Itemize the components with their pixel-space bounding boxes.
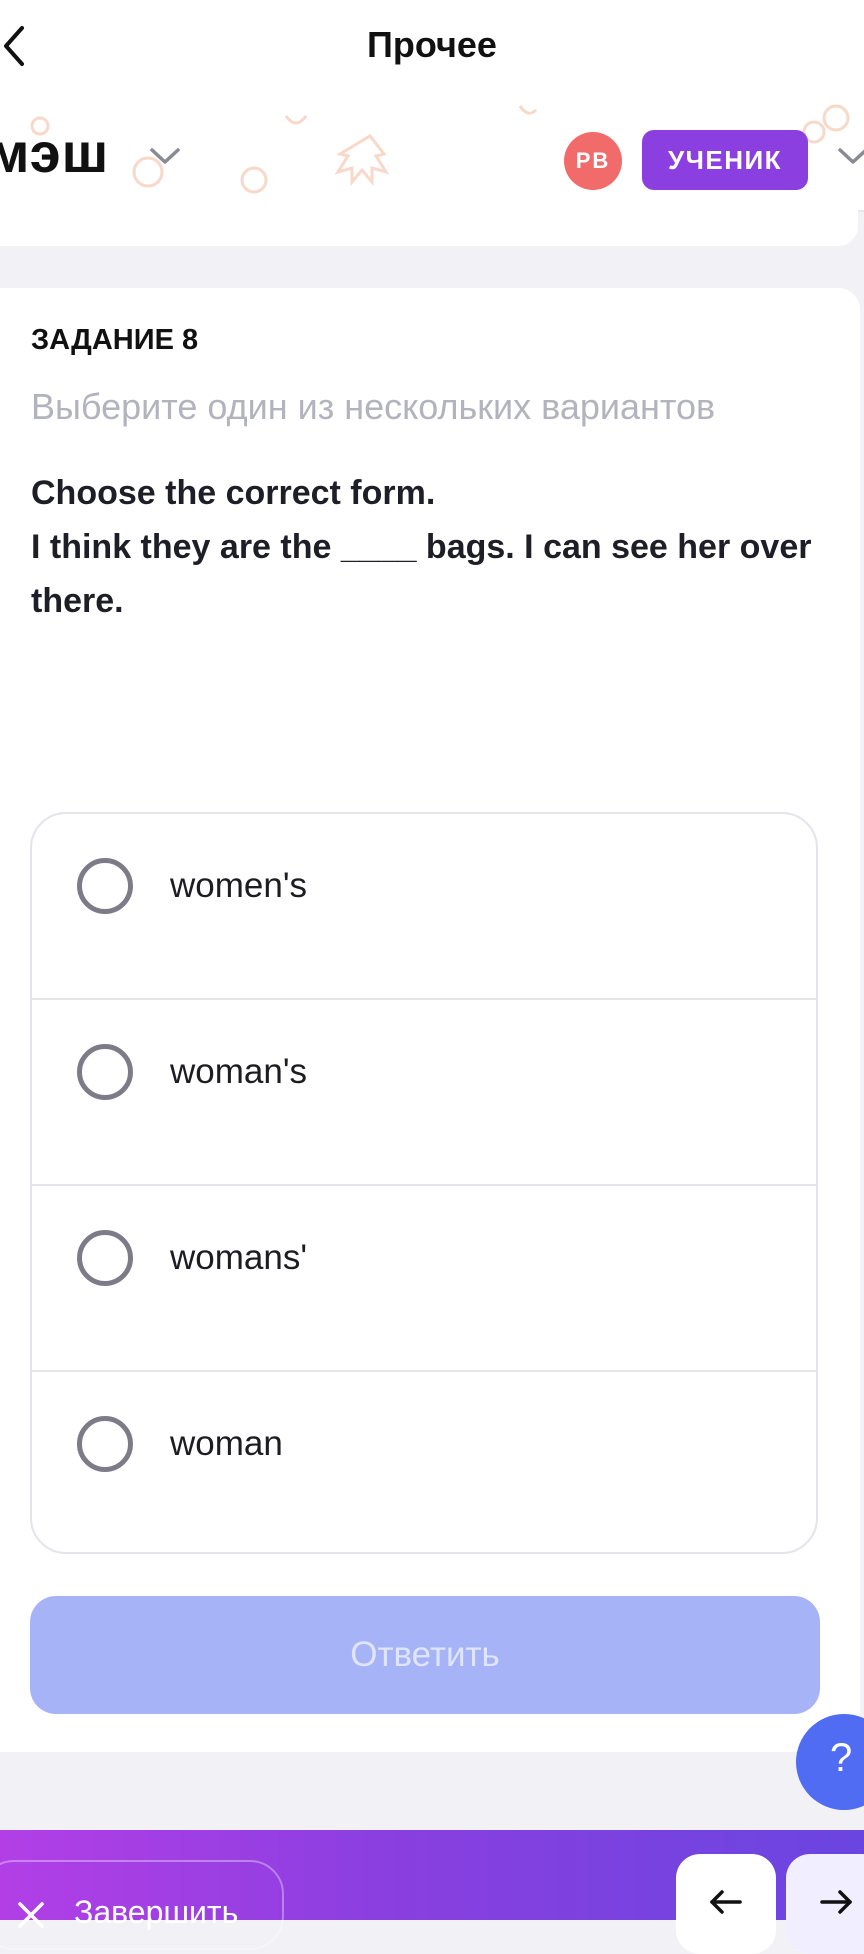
question-line: Choose the correct form. bbox=[31, 474, 436, 512]
chevron-down-icon[interactable] bbox=[836, 146, 864, 171]
chevron-down-icon[interactable] bbox=[148, 146, 182, 171]
previous-card-edge bbox=[0, 210, 858, 246]
task-instructions: Выберите один из нескольких вариантов bbox=[31, 386, 716, 427]
close-icon bbox=[16, 1900, 46, 1935]
top-nav-bar: Прочее bbox=[0, 0, 864, 96]
user-avatar[interactable]: РВ bbox=[564, 132, 622, 190]
answer-options: women's woman's womans' woman bbox=[30, 812, 818, 1554]
previous-task-button[interactable] bbox=[676, 1854, 776, 1954]
answer-option-label: womans' bbox=[170, 1238, 308, 1277]
role-badge[interactable]: УЧЕНИК bbox=[642, 130, 808, 190]
answer-option-label: woman's bbox=[170, 1052, 308, 1091]
finish-button[interactable]: Завершить bbox=[0, 1860, 284, 1950]
answer-option[interactable]: woman bbox=[32, 1372, 816, 1552]
finish-label: Завершить bbox=[74, 1894, 239, 1930]
next-task-button[interactable] bbox=[786, 1854, 864, 1954]
question-line: there. bbox=[31, 582, 124, 620]
radio-button[interactable] bbox=[77, 1416, 133, 1472]
page-title: Прочее bbox=[367, 24, 497, 65]
answer-option-label: woman bbox=[170, 1424, 283, 1463]
radio-button[interactable] bbox=[77, 1044, 133, 1100]
answer-option-label: women's bbox=[170, 866, 308, 905]
app-logo[interactable]: мэш bbox=[0, 120, 109, 185]
app-header: мэш РВ УЧЕНИК bbox=[0, 96, 864, 212]
bottom-action-bar: Завершить bbox=[0, 1830, 864, 1954]
task-number: ЗАДАНИЕ 8 bbox=[31, 324, 199, 356]
task-card: ЗАДАНИЕ 8 Выберите один из нескольких ва… bbox=[0, 288, 860, 1752]
answer-option[interactable]: womans' bbox=[32, 1186, 816, 1372]
arrow-left-icon bbox=[710, 1890, 742, 1914]
radio-button[interactable] bbox=[77, 858, 133, 914]
submit-answer-button[interactable]: Ответить bbox=[30, 1596, 820, 1714]
radio-button[interactable] bbox=[77, 1230, 133, 1286]
answer-option[interactable]: women's bbox=[32, 814, 816, 1000]
question-text: Choose the correct form. I think they ar… bbox=[31, 466, 831, 628]
answer-option[interactable]: woman's bbox=[32, 1000, 816, 1186]
question-line: I think they are the ____ bags. I can se… bbox=[31, 528, 812, 566]
arrow-right-icon bbox=[820, 1890, 852, 1914]
